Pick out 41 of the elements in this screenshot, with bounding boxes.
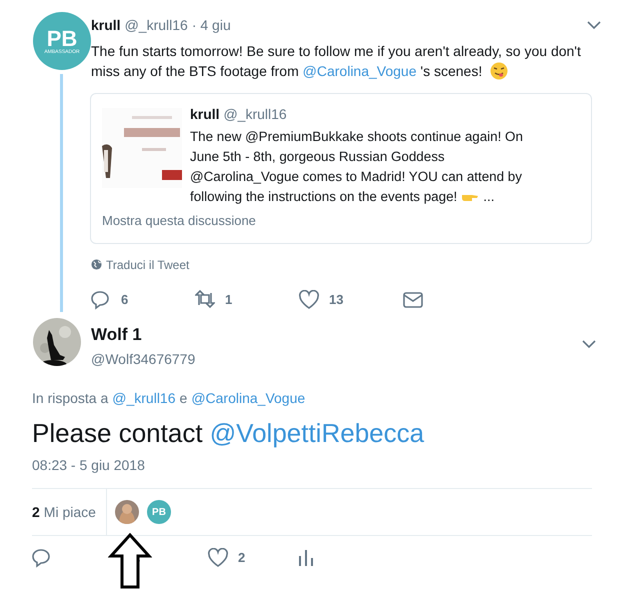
- author-handle[interactable]: @_krull16: [223, 106, 287, 122]
- reply-to-label: e: [180, 389, 188, 408]
- chart-icon[interactable]: [296, 548, 316, 568]
- action-count: 2: [238, 549, 246, 568]
- avatar[interactable]: PB: [147, 500, 171, 524]
- mention-link[interactable]: @Carolina_Vogue: [191, 388, 306, 409]
- tweet-date: 08:23 - 5 giu 2018: [32, 457, 145, 473]
- avatar[interactable]: [33, 318, 81, 366]
- author-name[interactable]: Wolf 1: [91, 322, 142, 348]
- mention-link[interactable]: @Carolina_Vogue: [302, 63, 417, 79]
- tweet-text: The fun starts tomorrow! Be sure to follow me if you aren't already, so you don't: [91, 42, 582, 61]
- mention-link[interactable]: @VolpettiRebecca: [210, 418, 424, 448]
- action-count: 1: [225, 290, 232, 309]
- heart-icon[interactable]: [299, 290, 319, 310]
- author-handle[interactable]: @Wolf34676779: [91, 349, 596, 370]
- tweet-text: Please contact @VolpettiRebecca: [32, 418, 424, 448]
- tweet-text: miss any of the BTS footage from @Carolina_Vogue 's scenes!: [91, 62, 482, 81]
- reply-to-label: In risposta a: [32, 389, 108, 408]
- author-name[interactable]: krull: [91, 15, 121, 36]
- translate-link[interactable]: Traduci il Tweet: [106, 256, 190, 274]
- author-name[interactable]: krull: [190, 106, 220, 122]
- heart-icon[interactable]: [208, 548, 228, 568]
- chevron-icon[interactable]: [587, 21, 601, 30]
- likes-count[interactable]: 2 Mi piace: [32, 489, 107, 535]
- reply-icon[interactable]: [91, 290, 111, 310]
- author-handle[interactable]: @_krull16: [124, 15, 188, 36]
- quoted-tweet-text: following the instructions on the events page!: [190, 188, 458, 206]
- ellipsis: ...: [483, 188, 494, 206]
- globe-icon: [91, 259, 102, 270]
- mention-link[interactable]: @_krull16: [112, 388, 176, 409]
- envelope-icon[interactable]: [403, 290, 423, 310]
- chevron-icon[interactable]: [582, 340, 596, 349]
- arrow-drawing: [108, 533, 152, 589]
- retweet-icon[interactable]: [195, 290, 215, 310]
- show-thread-link[interactable]: Mostra questa discussione: [102, 211, 580, 230]
- action-count: 6: [121, 290, 128, 309]
- reply-icon[interactable]: [32, 548, 52, 568]
- quoted-tweet-card[interactable]: [90, 93, 592, 244]
- tweet-time[interactable]: · 4 giu: [192, 15, 231, 36]
- emoji-icon: [490, 62, 508, 80]
- action-count: 13: [329, 290, 344, 309]
